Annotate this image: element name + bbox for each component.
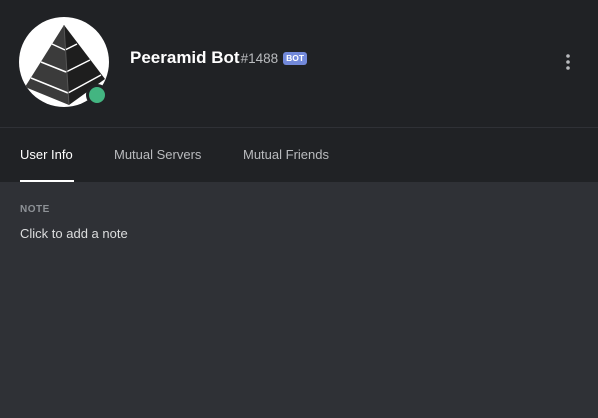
- bot-tag: BOT: [283, 52, 308, 65]
- profile-header: Peeramid Bot #1488 BOT: [0, 0, 598, 127]
- note-input[interactable]: Click to add a note: [20, 226, 128, 241]
- username: Peeramid Bot: [130, 48, 240, 67]
- profile-body: NOTE Click to add a note: [0, 182, 598, 418]
- avatar-wrapper: [19, 17, 109, 107]
- tab-mutual-friends[interactable]: Mutual Friends: [243, 128, 329, 182]
- vertical-ellipsis-icon: [566, 54, 570, 70]
- more-options-button[interactable]: [560, 52, 576, 72]
- tab-bar: User Info Mutual Servers Mutual Friends: [0, 128, 598, 182]
- tab-user-info[interactable]: User Info: [20, 128, 74, 182]
- note-heading: NOTE: [20, 204, 50, 215]
- user-profile-modal: Peeramid Bot #1488 BOT User Info Mutual …: [0, 0, 598, 418]
- status-online-indicator: [86, 84, 108, 106]
- name-row: Peeramid Bot #1488 BOT: [130, 48, 308, 68]
- discriminator: #1488: [240, 51, 279, 66]
- tab-mutual-servers[interactable]: Mutual Servers: [114, 128, 201, 182]
